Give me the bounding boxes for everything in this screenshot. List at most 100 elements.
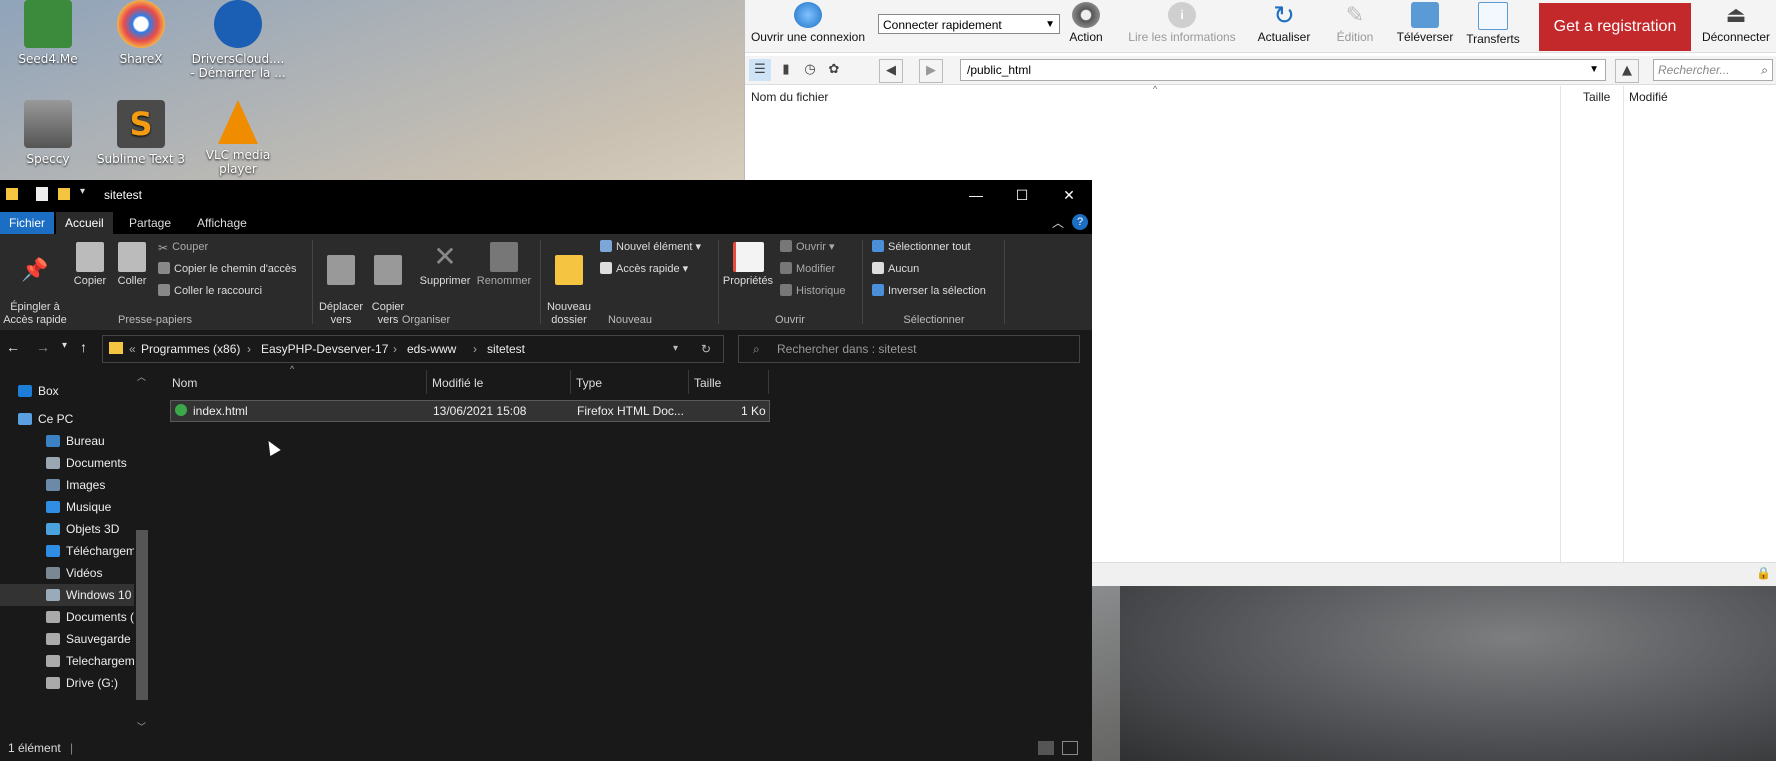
tab-view[interactable]: Affichage [188,212,256,234]
quick-connect-select[interactable]: Connecter rapidement ▼ [878,14,1060,34]
new-folder-quick-icon[interactable] [58,188,70,200]
scrollbar-thumb[interactable] [136,530,148,700]
sidebar-item[interactable]: Box [0,380,134,402]
breadcrumb-overflow-icon[interactable]: « [129,342,136,356]
sidebar-item[interactable]: Sauvegarde (E:) [0,628,134,650]
sidebar-item[interactable]: Vidéos [0,562,134,584]
delete-x-icon: ✕ [433,241,457,272]
upload-label: Téléverser [1396,30,1454,44]
col-modified[interactable]: Modifié le [432,376,483,390]
col-size[interactable]: Taille [694,376,721,390]
back-arrow-icon[interactable]: ← [6,339,20,355]
new-item-button[interactable]: Nouvel élément ▾ [600,238,701,256]
column-separator[interactable] [688,370,689,394]
refresh-button[interactable]: ↻ Actualiser [1253,2,1315,50]
bonjour-icon[interactable]: ✿ [823,59,845,81]
history-icon[interactable]: ◷ [799,59,821,81]
forward-arrow-icon[interactable]: ▶ [919,59,943,83]
col-size[interactable]: Taille [1583,90,1610,104]
tab-share[interactable]: Partage [120,212,180,234]
scroll-down-icon[interactable]: ﹀ [137,720,146,733]
sidebar-item[interactable]: Documents [0,452,134,474]
tab-home[interactable]: Accueil [56,212,113,234]
rename-button[interactable]: Renommer [474,242,534,288]
breadcrumb-item[interactable]: EasyPHP-Devserver-17 [261,342,388,356]
open-button[interactable]: Ouvrir ▾ [780,238,835,256]
history-button[interactable]: Historique [780,282,846,300]
close-button[interactable]: ✕ [1046,180,1092,210]
3d-objects-icon [46,523,60,535]
edit-button[interactable]: ✎ Édition [1323,2,1387,50]
sidebar-item[interactable]: Bureau [0,430,134,452]
desktop-icon-sublime[interactable]: S Sublime Text 3 [93,100,189,166]
scroll-up-icon[interactable]: ︿ [137,370,146,383]
col-modified[interactable]: Modifié [1629,90,1668,104]
explorer-search-input[interactable]: ⌕ Rechercher dans : sitetest [738,335,1080,363]
maximize-button[interactable]: ☐ [999,180,1045,210]
breadcrumb-item[interactable]: sitetest [487,342,525,356]
copy-path-button[interactable]: Copier le chemin d'accès [158,260,297,278]
sidebar-item[interactable]: Objets 3D [0,518,134,540]
desktop-icon-seed4me[interactable]: Seed4.Me [0,0,96,66]
sidebar-item[interactable]: Ce PC [0,408,134,430]
sidebar-item[interactable]: Telechargement [0,650,134,672]
sidebar-item[interactable]: Téléchargements [0,540,134,562]
tab-file[interactable]: Fichier [0,212,55,234]
desktop-icon-vlc[interactable]: VLC media player [190,100,286,176]
breadcrumb-item[interactable]: Programmes (x86) [141,342,240,356]
large-icons-view-icon[interactable] [1062,741,1078,755]
properties-button[interactable]: Propriétés [722,242,774,288]
invert-selection-button[interactable]: Inverser la sélection [872,282,986,300]
registration-key-button[interactable]: Get a registration key! [1539,3,1691,83]
select-all-button[interactable]: Sélectionner tout [872,238,971,256]
sidebar-item[interactable]: Documents (D:) [0,606,134,628]
table-row[interactable]: index.html 13/06/2021 15:08 Firefox HTML… [170,400,770,422]
properties-quick-icon[interactable] [36,187,48,201]
desktop-icon-sharex[interactable]: ShareX [93,0,189,66]
copy-button[interactable]: Copier [70,242,110,288]
column-separator[interactable] [768,370,769,394]
back-arrow-icon[interactable]: ◀ [879,59,903,83]
column-separator[interactable] [570,370,571,394]
sidebar-item[interactable]: Windows 10 Pro [0,584,134,606]
forward-arrow-icon[interactable]: → [36,339,50,355]
customize-toolbar-icon[interactable]: ▾ [80,186,85,197]
delete-button[interactable]: ✕ Supprimer [416,242,474,288]
collapse-ribbon-icon[interactable]: ︿ [1052,214,1064,231]
action-button[interactable]: Action [1061,2,1111,50]
disconnect-button[interactable]: ⏏ Déconnecter [1697,2,1775,50]
cut-button[interactable]: ✂ Couper [158,238,208,256]
sidebar-item[interactable]: Musique [0,496,134,518]
select-none-button[interactable]: Aucun [872,260,919,278]
col-type[interactable]: Type [576,376,602,390]
recent-locations-icon[interactable]: ▾ [62,340,67,351]
upload-button[interactable]: Téléverser [1393,2,1457,50]
paste-button[interactable]: Coller [112,242,152,288]
help-icon[interactable]: ? [1072,214,1088,230]
col-name[interactable]: Nom [172,376,197,390]
address-bar[interactable]: « Programmes (x86) › EasyPHP-Devserver-1… [102,335,724,363]
sidebar-item[interactable]: Drive (G:) [0,672,134,694]
outline-view-icon[interactable]: ☰ [749,59,771,81]
minimize-button[interactable]: — [953,180,999,210]
ftp-search-input[interactable]: Rechercher... ⌕ [1653,59,1773,81]
parent-folder-icon[interactable]: ▲ [1615,59,1639,83]
modify-button[interactable]: Modifier [780,260,835,278]
refresh-icon[interactable]: ↻ [701,342,711,356]
chevron-down-icon[interactable]: ▾ [673,343,678,354]
col-filename[interactable]: Nom du fichier [751,90,828,104]
info-button[interactable]: i Lire les informations [1117,2,1247,50]
desktop-icon-speccy[interactable]: Speccy [0,100,96,166]
open-connection-button[interactable]: Ouvrir une connexion [749,2,867,50]
paste-shortcut-button[interactable]: Coller le raccourci [158,282,262,300]
remote-path-select[interactable]: /public_html ▼ [960,59,1606,81]
bookmarks-icon[interactable]: ▮ [775,59,797,81]
quick-access-button[interactable]: Accès rapide ▾ [600,260,688,278]
up-arrow-icon[interactable]: ↑ [80,339,87,355]
sidebar-item[interactable]: Images [0,474,134,496]
breadcrumb-item[interactable]: eds-www [407,342,456,356]
column-separator[interactable] [426,370,427,394]
transfers-button[interactable]: Transferts [1461,2,1525,50]
details-view-icon[interactable] [1038,741,1054,755]
desktop-icon-driverscloud[interactable]: DriversCloud.... - Démarrer la ... [190,0,286,80]
